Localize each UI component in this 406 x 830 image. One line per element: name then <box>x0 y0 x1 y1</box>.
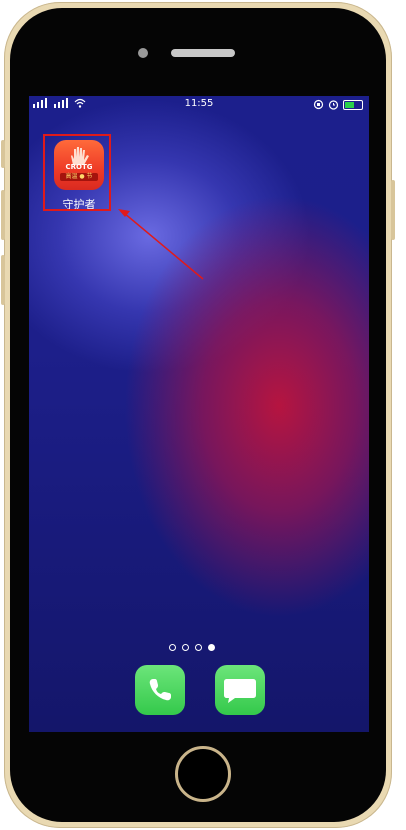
app-highlight-box <box>43 134 111 211</box>
power-button <box>391 180 395 240</box>
home-button[interactable] <box>175 746 231 802</box>
battery-icon <box>343 99 363 110</box>
phone-app[interactable] <box>135 665 185 715</box>
page-indicator <box>169 644 215 651</box>
front-camera <box>138 48 148 58</box>
phone-icon <box>149 679 171 701</box>
status-bar: 11:55 <box>29 96 369 112</box>
mute-switch <box>1 140 5 168</box>
page-dot[interactable] <box>182 644 189 651</box>
volume-up-button <box>1 190 5 240</box>
page-dot[interactable] <box>195 644 202 651</box>
messages-app[interactable] <box>215 665 265 715</box>
rotation-lock-icon <box>313 99 324 110</box>
message-icon <box>224 679 256 703</box>
earpiece-speaker <box>171 49 235 57</box>
status-icons <box>313 99 363 110</box>
page-dot-active[interactable] <box>208 644 215 651</box>
alarm-icon <box>328 100 339 110</box>
page-dot[interactable] <box>169 644 176 651</box>
volume-down-button <box>1 255 5 305</box>
